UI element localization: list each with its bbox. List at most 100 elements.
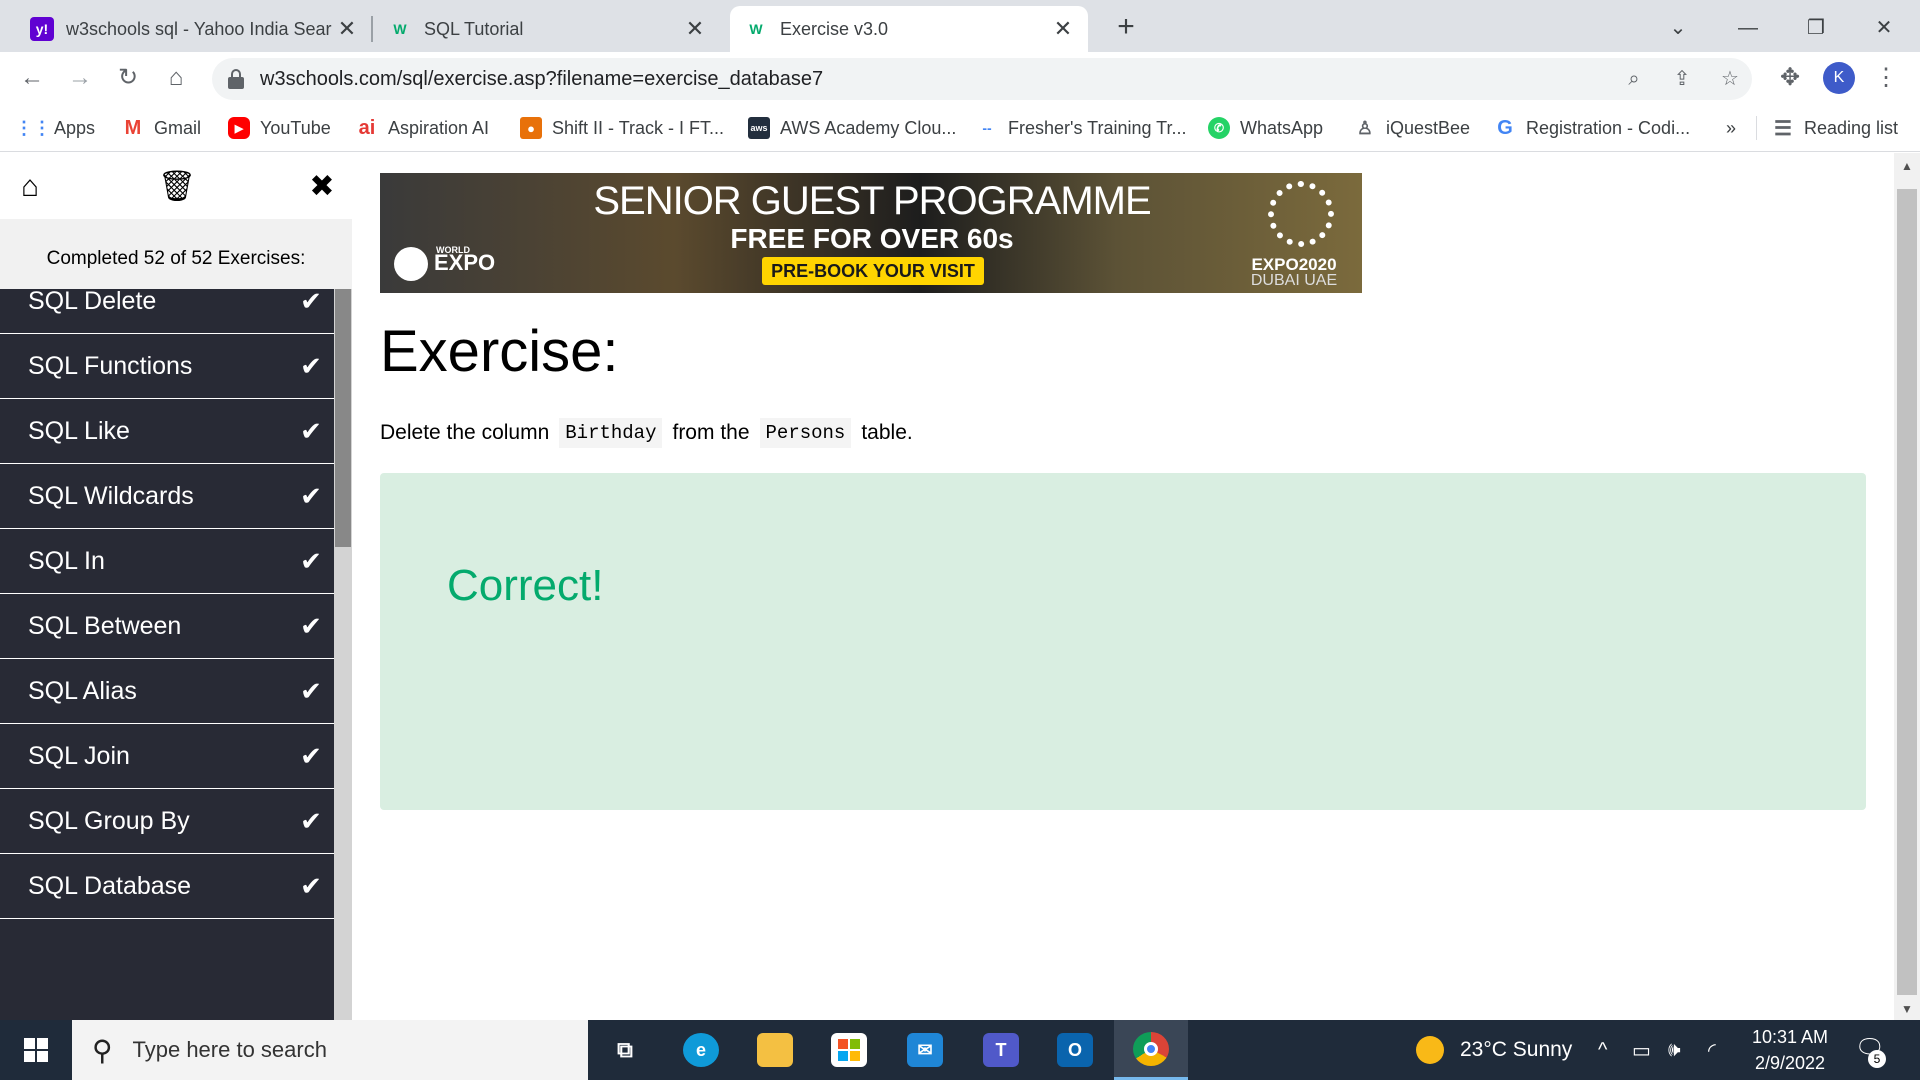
- training-icon: --: [982, 120, 992, 136]
- bookmark-label: AWS Academy Clou...: [780, 117, 957, 138]
- forward-icon[interactable]: →: [62, 60, 98, 96]
- tab-search-icon[interactable]: ⌄: [1648, 8, 1708, 48]
- bookmark-aspiration-ai[interactable]: ai Aspiration AI: [356, 114, 489, 142]
- bookmark-shift[interactable]: ● Shift II - Track - I FT...: [520, 114, 724, 142]
- close-window-button[interactable]: ✕: [1854, 8, 1914, 48]
- close-tab-icon[interactable]: ✕: [336, 16, 358, 42]
- bookmark-whatsapp[interactable]: ✆ WhatsApp: [1208, 114, 1323, 142]
- taskbar-edge[interactable]: e: [664, 1020, 738, 1080]
- home-icon[interactable]: ⌂: [158, 60, 194, 96]
- list-item-sql-between[interactable]: SQL Between ✔: [0, 595, 334, 659]
- aspiration-ai-icon: ai: [358, 116, 376, 139]
- trash-icon[interactable]: 🗑: [158, 169, 196, 205]
- teams-icon: T: [983, 1033, 1019, 1067]
- store-icon: [831, 1033, 867, 1067]
- windows-taskbar: ⚲ Type here to search ⧉ e ✉ T O 23°C Sun…: [0, 1020, 1920, 1080]
- tab-yahoo[interactable]: y! w3schools sql - Yahoo India Sear ✕: [16, 6, 372, 52]
- advertisement-banner[interactable]: WORLD EXPO SENIOR GUEST PROGRAMME FREE FO…: [380, 173, 1362, 293]
- list-item-sql-alias[interactable]: SQL Alias ✔: [0, 660, 334, 724]
- volume-icon[interactable]: 🕪: [1668, 1020, 1681, 1080]
- battery-icon[interactable]: ▭: [1632, 1020, 1651, 1080]
- expo-2020-logo: EXPO2020 DUBAI UAE: [1250, 255, 1338, 289]
- bookmark-training[interactable]: -- Fresher's Training Tr...: [976, 114, 1186, 142]
- clock-date: 2/9/2022: [1754, 1053, 1826, 1073]
- list-item-label: SQL Functions: [28, 352, 193, 380]
- w3schools-favicon-icon: W: [393, 21, 407, 37]
- list-item-sql-group-by[interactable]: SQL Group By ✔: [0, 790, 334, 854]
- world-expo-logo: WORLD EXPO: [394, 245, 495, 281]
- share-icon[interactable]: ⇪: [1662, 58, 1702, 100]
- home-icon[interactable]: ⌂: [12, 169, 48, 205]
- google-icon: G: [1497, 116, 1513, 139]
- bookmark-iquestbee[interactable]: ♙ iQuestBee: [1354, 114, 1470, 142]
- page-scrollbar-thumb[interactable]: [1897, 189, 1917, 995]
- reading-list-icon: ☰: [1774, 117, 1792, 140]
- taskbar-teams[interactable]: T: [964, 1020, 1038, 1080]
- tab-sql-tutorial[interactable]: W SQL Tutorial ✕: [374, 6, 720, 52]
- profile-avatar[interactable]: K: [1823, 62, 1855, 94]
- menu-kebab-icon[interactable]: ⋮: [1868, 60, 1904, 96]
- bookmark-apps[interactable]: ⋮⋮ Apps: [15, 114, 95, 142]
- bookmark-label: iQuestBee: [1386, 117, 1471, 138]
- task-view-button[interactable]: ⧉: [588, 1020, 662, 1080]
- scroll-down-icon[interactable]: ▼: [1894, 1002, 1920, 1016]
- address-bar[interactable]: w3schools.com/sql/exercise.asp?filename=…: [212, 58, 1752, 100]
- close-icon[interactable]: ✖: [304, 169, 340, 205]
- system-clock[interactable]: 10:31 AM 2/9/2022: [1740, 1024, 1840, 1076]
- wifi-icon[interactable]: ◜: [1708, 1020, 1716, 1080]
- list-item-sql-delete[interactable]: SQL Delete ✔: [0, 289, 334, 334]
- check-icon: ✔: [300, 289, 322, 316]
- tab-exercise[interactable]: W Exercise v3.0 ✕: [730, 6, 1088, 52]
- show-hidden-icons-button[interactable]: ^: [1598, 1020, 1607, 1080]
- sidebar-scrollbar[interactable]: [334, 289, 352, 1020]
- zoom-icon[interactable]: ⌕: [1614, 58, 1654, 100]
- taskbar-chrome[interactable]: [1114, 1020, 1188, 1080]
- task-view-icon: ⧉: [617, 1037, 633, 1062]
- result-message: Correct!: [447, 561, 604, 610]
- list-item-sql-in[interactable]: SQL In ✔: [0, 530, 334, 594]
- check-icon: ✔: [300, 481, 322, 511]
- close-tab-icon[interactable]: ✕: [1052, 16, 1074, 42]
- taskbar-file-explorer[interactable]: [738, 1020, 812, 1080]
- taskbar-outlook[interactable]: O: [1038, 1020, 1112, 1080]
- weather-widget[interactable]: 23°C Sunny: [1416, 1020, 1572, 1080]
- banner-cta-button[interactable]: PRE-BOOK YOUR VISIT: [762, 257, 984, 285]
- start-button[interactable]: [0, 1020, 72, 1080]
- search-placeholder: Type here to search: [132, 1037, 327, 1062]
- taskbar-mail[interactable]: ✉: [888, 1020, 962, 1080]
- bookmark-star-icon[interactable]: ☆: [1710, 58, 1750, 100]
- bookmark-youtube[interactable]: ▶ YouTube: [228, 114, 331, 142]
- exercise-description: Delete the column Birthday from the Pers…: [380, 418, 913, 448]
- bookmark-registration[interactable]: G Registration - Codi...: [1494, 114, 1690, 142]
- page-scrollbar[interactable]: ▲ ▼: [1894, 153, 1920, 1020]
- scroll-up-icon[interactable]: ▲: [1894, 159, 1920, 173]
- minimize-button[interactable]: —: [1718, 8, 1778, 48]
- restore-button[interactable]: ❐: [1786, 8, 1846, 48]
- list-item-sql-join[interactable]: SQL Join ✔: [0, 725, 334, 789]
- list-item-sql-like[interactable]: SQL Like ✔: [0, 400, 334, 464]
- reload-icon[interactable]: ↻: [110, 60, 146, 96]
- bookmark-aws[interactable]: aws AWS Academy Clou...: [748, 114, 956, 142]
- reading-list-button[interactable]: ☰ Reading list: [1772, 114, 1898, 142]
- result-panel: Correct!: [380, 473, 1866, 810]
- notification-center-button[interactable]: 🗨 5: [1852, 1034, 1888, 1068]
- tab-title: Exercise v3.0: [780, 18, 889, 39]
- taskbar-store[interactable]: [812, 1020, 886, 1080]
- bookmark-label: YouTube: [260, 117, 331, 138]
- list-item-label: SQL In: [28, 547, 105, 575]
- taskbar-search-box[interactable]: ⚲ Type here to search: [72, 1020, 588, 1080]
- list-item-sql-wildcards[interactable]: SQL Wildcards ✔: [0, 465, 334, 529]
- close-tab-icon[interactable]: ✕: [684, 16, 706, 42]
- lock-icon[interactable]: [228, 69, 244, 89]
- extensions-icon[interactable]: ✥: [1772, 60, 1808, 96]
- sidebar-scrollbar-thumb[interactable]: [335, 289, 351, 547]
- bookmark-gmail[interactable]: M Gmail: [122, 114, 201, 142]
- more-bookmarks-button[interactable]: »: [1726, 114, 1736, 142]
- list-item-sql-database[interactable]: SQL Database ✔: [0, 855, 334, 919]
- aws-icon: aws: [748, 117, 770, 139]
- new-tab-button[interactable]: +: [1108, 10, 1144, 46]
- back-icon[interactable]: ←: [14, 60, 50, 96]
- banner-subline: FREE FOR OVER 60s: [730, 223, 1014, 254]
- url-text[interactable]: w3schools.com/sql/exercise.asp?filename=…: [260, 68, 823, 91]
- list-item-sql-functions[interactable]: SQL Functions ✔: [0, 335, 334, 399]
